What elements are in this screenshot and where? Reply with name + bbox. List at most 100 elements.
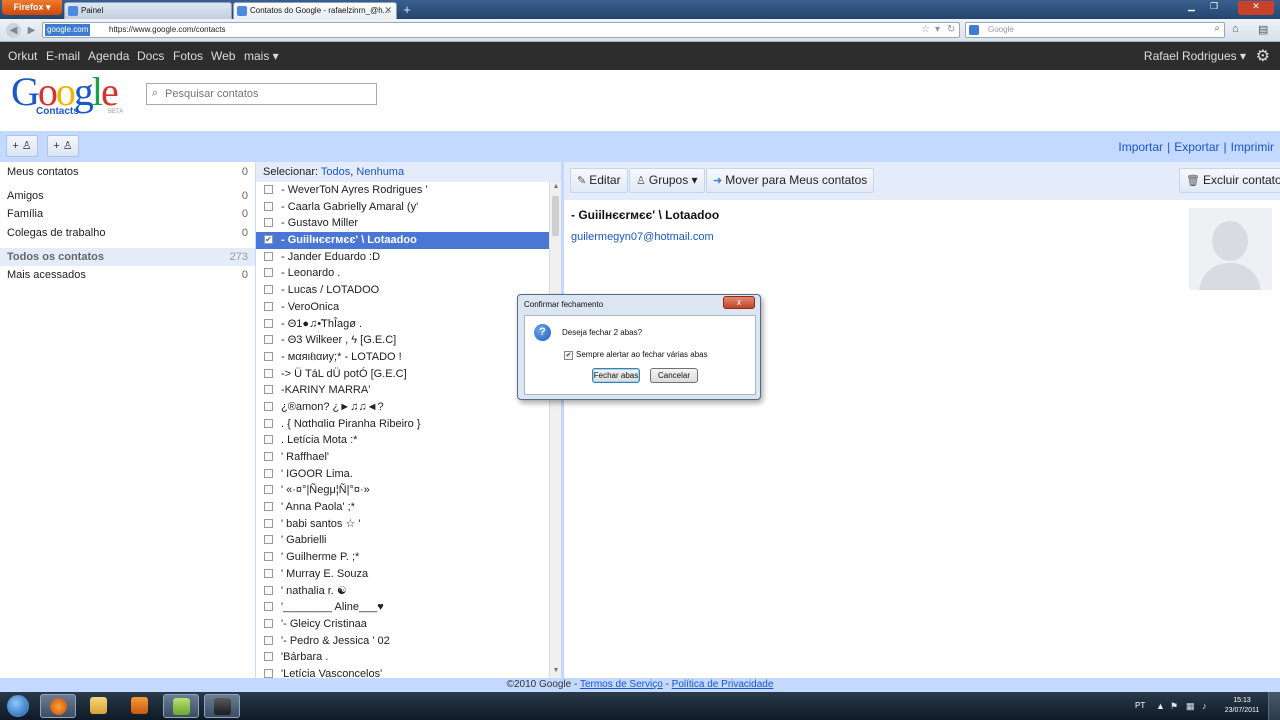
gbar-link-orkut[interactable]: Orkut: [8, 49, 37, 63]
user-menu[interactable]: Rafael Rodrigues ▾: [1144, 49, 1246, 63]
contact-checkbox[interactable]: [264, 301, 273, 311]
taskbar-recorder[interactable]: [204, 694, 240, 718]
taskbar-explorer[interactable]: [81, 694, 117, 718]
contact-row[interactable]: ' Gabrielli: [256, 532, 551, 549]
bookmark-star-icon[interactable]: ☆: [921, 24, 930, 36]
edit-button[interactable]: ✎ Editar: [570, 168, 628, 193]
contact-checkbox[interactable]: [264, 652, 273, 662]
contact-checkbox[interactable]: [264, 335, 273, 345]
contact-list-scrollbar[interactable]: ▲ ▼: [549, 182, 561, 678]
contact-checkbox[interactable]: [264, 468, 273, 478]
contact-row[interactable]: '- Gleicy Cristinaa: [256, 616, 551, 633]
always-warn-label[interactable]: Sempre alertar ao fechar várias abas: [576, 350, 708, 359]
contact-checkbox[interactable]: [264, 351, 273, 361]
taskbar-firefox[interactable]: [40, 694, 76, 718]
contact-checkbox[interactable]: [264, 201, 273, 211]
contact-checkbox[interactable]: [264, 251, 273, 261]
add-contact-button[interactable]: + ♙: [6, 135, 38, 157]
minimize-icon[interactable]: ▁: [1188, 1, 1195, 12]
url-text[interactable]: https://www.google.com/contacts: [109, 24, 226, 36]
home-icon[interactable]: ⌂: [1232, 23, 1239, 35]
search-icon[interactable]: ⌕: [1214, 23, 1220, 34]
contact-checkbox[interactable]: [264, 435, 273, 445]
dialog-close-button[interactable]: x: [723, 296, 755, 309]
contact-checkbox[interactable]: [264, 268, 273, 278]
contact-checkbox[interactable]: [264, 518, 273, 528]
contact-row[interactable]: ' Anna Paola' ;*: [256, 499, 551, 516]
contact-checkbox[interactable]: [264, 418, 273, 428]
contact-row[interactable]: ' nathalia r. ☯: [256, 583, 551, 600]
contact-checkbox[interactable]: ✔: [264, 235, 273, 245]
gbar-link-docs[interactable]: Docs: [137, 49, 164, 63]
scroll-thumb[interactable]: [552, 196, 559, 236]
show-desktop-button[interactable]: [1268, 692, 1280, 720]
back-arrow-icon[interactable]: ◀: [6, 23, 21, 38]
new-tab-button[interactable]: +: [399, 3, 415, 18]
taskbar-media-player[interactable]: [122, 694, 158, 718]
start-button[interactable]: [2, 692, 36, 720]
contact-checkbox[interactable]: [264, 285, 273, 295]
web-search-box[interactable]: Google ⌕: [965, 22, 1225, 38]
contact-row[interactable]: -> Ü TáL dÜ potÓ [G.E.C]: [256, 366, 551, 383]
scroll-down-icon[interactable]: ▼: [551, 667, 561, 677]
close-tabs-button[interactable]: Fechar abas: [592, 368, 640, 383]
gear-icon[interactable]: ⚙: [1256, 46, 1270, 66]
contact-row[interactable]: - Θ1●♫•̃ThÎagø .: [256, 316, 551, 333]
address-bar[interactable]: google.com https://www.google.com/contac…: [42, 22, 960, 38]
network-icon[interactable]: ▦: [1186, 701, 1195, 712]
contact-checkbox[interactable]: [264, 218, 273, 228]
sidebar-item-friends[interactable]: Amigos 0: [0, 187, 255, 205]
contact-checkbox[interactable]: [264, 535, 273, 545]
menu-icon[interactable]: ▤: [1258, 23, 1268, 36]
contact-row[interactable]: - Jander Eduardo :D: [256, 249, 551, 266]
contact-avatar[interactable]: [1189, 208, 1272, 290]
system-clock[interactable]: 15:13 23/07/2011: [1220, 696, 1264, 716]
contact-row[interactable]: ' Murray E. Souza: [256, 566, 551, 583]
contact-row[interactable]: - Gustavo Miller: [256, 215, 551, 232]
terms-link[interactable]: Termos de Serviço: [580, 679, 663, 690]
contact-checkbox[interactable]: [264, 452, 273, 461]
contact-row[interactable]: - Θ3 Wilkeer , ϟ [G.E.C]: [256, 332, 551, 349]
move-to-my-contacts-button[interactable]: ➜ Mover para Meus contatos: [706, 168, 875, 193]
add-group-button[interactable]: + ♙: [47, 135, 79, 157]
contact-row[interactable]: ' Raffhael': [256, 449, 551, 466]
sidebar-item-most-contacted[interactable]: Mais acessados 0: [0, 266, 255, 284]
contact-row[interactable]: - Lucas / LOTADOO: [256, 282, 551, 299]
cancel-button[interactable]: Cancelar: [650, 368, 698, 383]
close-tab-icon[interactable]: ✕: [384, 3, 392, 18]
contact-checkbox[interactable]: [264, 185, 273, 194]
contact-row[interactable]: - Caarla Gabrielly Amaral (y': [256, 199, 551, 216]
reload-icon[interactable]: ↻: [947, 24, 955, 36]
contact-row[interactable]: ¿®amon? ¿►♫♫◄?: [256, 399, 551, 416]
contact-row[interactable]: -KARINY MARRA': [256, 382, 551, 399]
tray-flag-icon[interactable]: ⚑: [1170, 701, 1178, 712]
contact-checkbox[interactable]: [264, 385, 273, 395]
contact-checkbox[interactable]: [264, 635, 273, 645]
gbar-link-agenda[interactable]: Agenda: [88, 49, 129, 63]
restore-icon[interactable]: ❐: [1210, 1, 1218, 12]
contact-checkbox[interactable]: [264, 485, 273, 495]
google-contacts-logo[interactable]: Google Contacts BETA: [11, 72, 141, 124]
contact-row[interactable]: ✔ - Guiilнєєrмєє' \ Lotaadoo: [256, 232, 551, 249]
contact-row[interactable]: - мαяιℓιαиу;* - LOTADO !: [256, 349, 551, 366]
taskbar-app[interactable]: [163, 694, 199, 718]
contact-search-input[interactable]: [165, 86, 370, 102]
select-none-link[interactable]: Nenhuma: [356, 166, 404, 178]
contact-checkbox[interactable]: [264, 602, 273, 612]
contact-row[interactable]: - Leonardo .: [256, 265, 551, 282]
dropdown-icon[interactable]: ▾: [935, 24, 940, 36]
always-warn-checkbox[interactable]: ✔: [564, 351, 573, 360]
print-link[interactable]: Imprimir: [1231, 140, 1274, 154]
contact-row[interactable]: 'Bárbara .: [256, 649, 551, 666]
close-window-icon[interactable]: ✕: [1238, 1, 1274, 15]
sidebar-item-family[interactable]: Família 0: [0, 205, 255, 223]
export-link[interactable]: Exportar: [1174, 140, 1219, 154]
search-engine-icon[interactable]: [969, 25, 979, 35]
sidebar-item-my-contacts[interactable]: Meus contatos 0: [0, 163, 255, 181]
contact-checkbox[interactable]: [264, 368, 273, 378]
contact-checkbox[interactable]: [264, 401, 273, 411]
tab-contatos[interactable]: Contatos do Google - rafaelzinrn_@h... ✕: [233, 2, 397, 19]
contact-row[interactable]: - VeroOnica: [256, 299, 551, 316]
sidebar-item-coworkers[interactable]: Colegas de trabalho 0: [0, 224, 255, 242]
delete-contact-button[interactable]: 🗑 Excluir contato: [1179, 168, 1280, 193]
